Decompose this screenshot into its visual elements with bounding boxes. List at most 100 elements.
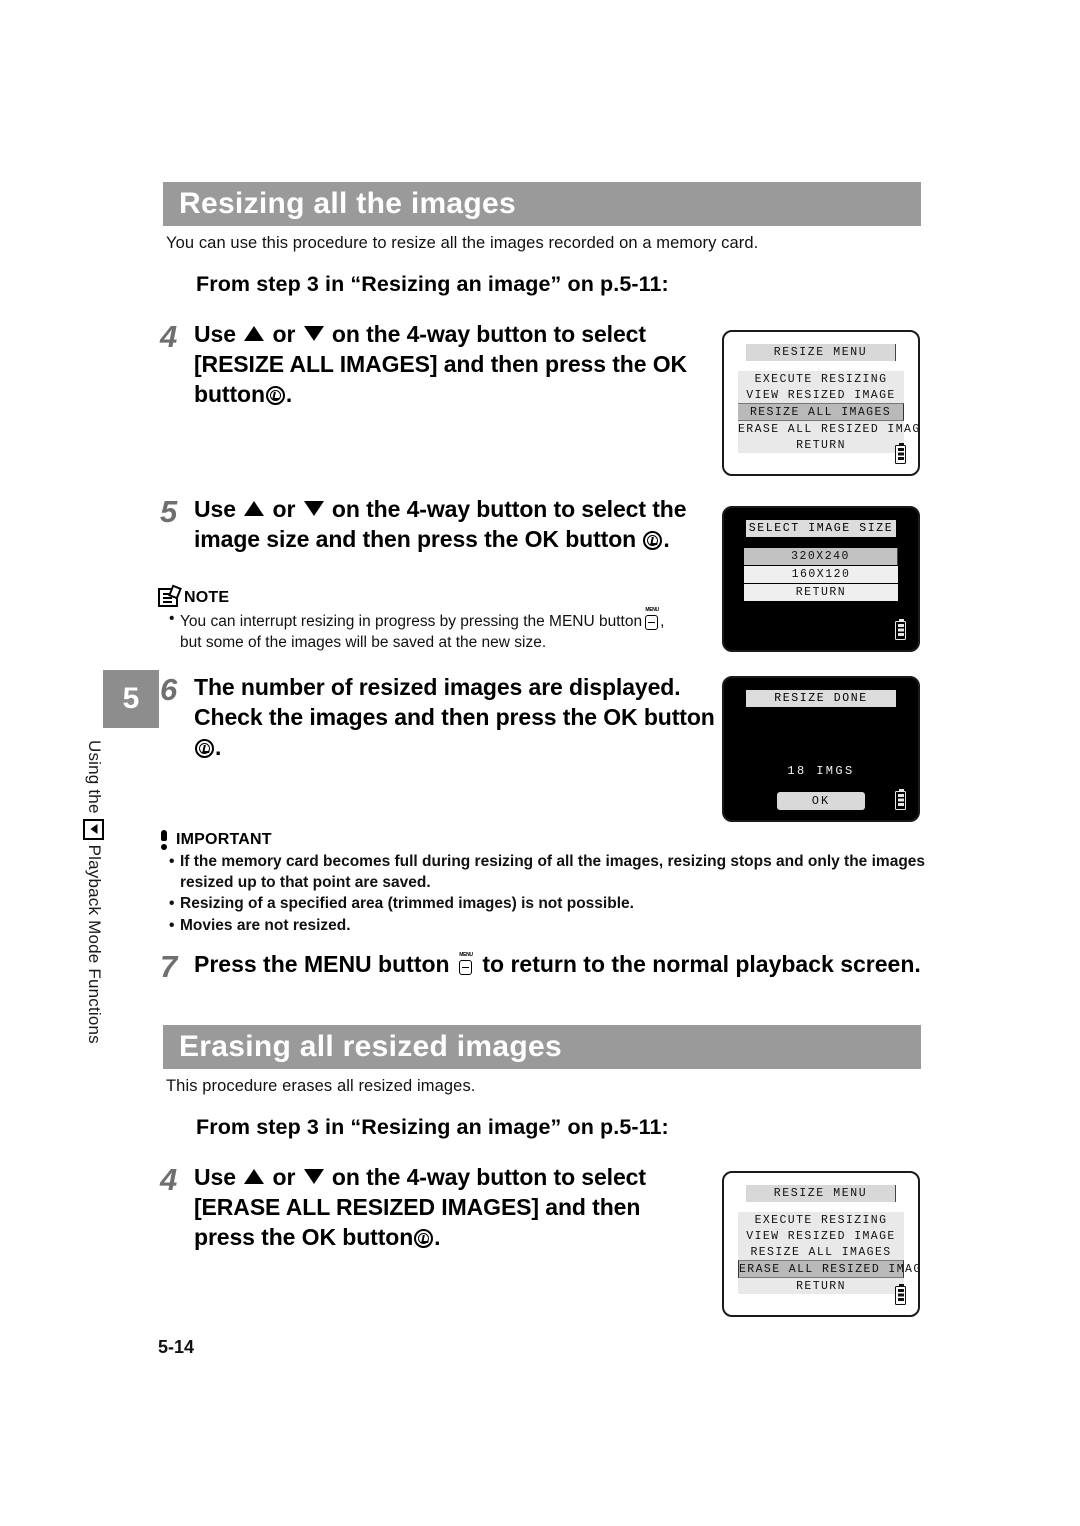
important-bullet-3: • Movies are not resized. xyxy=(169,916,933,937)
down-arrow-icon xyxy=(303,501,324,516)
note-icon xyxy=(158,588,178,607)
important-header: IMPORTANT xyxy=(158,830,933,850)
section2-step-4-line3-b: . xyxy=(434,1223,441,1250)
chapter-tab-number: 5 xyxy=(103,670,159,728)
lcd2-item-320x240[interactable]: 320X240 xyxy=(744,548,898,565)
step-4-line1-a: Use xyxy=(194,321,236,347)
step-5-number: 5 xyxy=(160,494,178,529)
exclamation-icon xyxy=(158,830,170,850)
lcd2-title: SELECT IMAGE SIZE xyxy=(746,520,896,537)
lcd1-menu-list: EXECUTE RESIZING VIEW RESIZED IMAGE RESI… xyxy=(738,371,918,453)
step-7-line1-a: Press the MENU button xyxy=(194,951,450,977)
up-arrow-icon xyxy=(244,501,265,516)
lcd4-item-return[interactable]: RETURN xyxy=(738,1278,904,1294)
important-bullets: • If the memory card becomes full during… xyxy=(158,852,933,936)
section2-step-4-block: 4 Use or on the 4-way button to select [… xyxy=(160,1163,705,1253)
step-5-line1-a: Use xyxy=(194,496,236,522)
battery-icon xyxy=(895,1283,906,1305)
page-number: 5-14 xyxy=(158,1337,195,1357)
chapter-tab-label: Using the Playback Mode Functions xyxy=(74,740,114,1060)
step-6-block: 6 The number of resized images are displ… xyxy=(160,673,720,763)
note-bullet-1-b: , xyxy=(660,613,665,630)
lcd3-title: RESIZE DONE xyxy=(746,690,896,707)
lcd2-size-list: 320X240 160X120 RETURN xyxy=(744,548,898,601)
lcd-screen-resize-menu-2: RESIZE MENU EXECUTE RESIZING VIEW RESIZE… xyxy=(722,1171,920,1317)
note-callout: NOTE • You can interrupt resizing in pro… xyxy=(158,588,718,654)
step-5-block: 5 Use or on the 4-way button to select t… xyxy=(160,495,720,555)
section2-step-4-number: 4 xyxy=(160,1162,178,1197)
ok-button-icon xyxy=(195,738,214,758)
bullet-dot-icon: • xyxy=(169,610,175,627)
lcd-screen-resize-menu-1: RESIZE MENU EXECUTE RESIZING VIEW RESIZE… xyxy=(722,330,920,476)
step-7-block: 7 Press the MENU button MENU to return t… xyxy=(160,949,950,984)
section1-intro: You can use this procedure to resize all… xyxy=(166,234,759,252)
note-bullets: • You can interrupt resizing in progress… xyxy=(158,608,718,653)
lcd4-item-erase-all-resized-images[interactable]: ERASE ALL RESIZED IMAGES xyxy=(738,1260,918,1278)
step-6-line3-b: . xyxy=(215,733,222,760)
up-arrow-icon xyxy=(244,326,265,341)
step-7-line1-b: to return to the normal playback xyxy=(482,951,834,977)
step-5-line1-b: or xyxy=(272,496,296,522)
lcd1-item-erase-all-resized-images[interactable]: ERASE ALL RESIZED IMAGES xyxy=(738,421,918,437)
lcd3-ok-button[interactable]: OK xyxy=(777,792,865,810)
important-callout: IMPORTANT • If the memory card becomes f… xyxy=(158,830,933,937)
battery-icon xyxy=(895,788,906,810)
important-title: IMPORTANT xyxy=(176,831,272,848)
step-4-line3-b: . xyxy=(285,380,293,407)
step-4-line2: [RESIZE ALL IMAGES] and then press the xyxy=(194,350,647,377)
section2-step-4-line1-b: or xyxy=(272,1164,296,1190)
lcd1-item-resize-all-images[interactable]: RESIZE ALL IMAGES xyxy=(738,403,904,421)
lcd-screen-resize-done: RESIZE DONE 18 IMGS OK xyxy=(722,676,920,822)
lcd2-item-160x120[interactable]: 160X120 xyxy=(744,566,898,583)
lcd2-item-return[interactable]: RETURN xyxy=(744,584,898,601)
section2-step-4-text: Use or on the 4-way button to select [ER… xyxy=(194,1163,705,1253)
important-bullet-3-text: Movies are not resized. xyxy=(180,916,351,934)
bullet-dot-icon: • xyxy=(169,895,175,913)
ok-button-icon xyxy=(265,385,285,405)
important-bullet-1: • If the memory card becomes full during… xyxy=(169,852,933,893)
step-4-line1-c: on the 4-way button to select xyxy=(331,321,646,347)
important-bullet-2: • Resizing of a specified area (trimmed … xyxy=(169,894,933,915)
section-heading-erasing-all: Erasing all resized images xyxy=(163,1025,921,1069)
step-6-number: 6 xyxy=(160,672,178,707)
note-bullet-1-line2: but some of the images will be saved at … xyxy=(180,633,547,651)
bullet-dot-icon: • xyxy=(169,916,175,934)
battery-icon xyxy=(895,618,906,640)
lcd4-title: RESIZE MENU xyxy=(746,1185,896,1202)
lcd1-title: RESIZE MENU xyxy=(746,344,896,361)
step-4-text: Use or on the 4-way button to select [RE… xyxy=(194,320,705,410)
section2-step-4-line3-a: press the OK button xyxy=(194,1223,414,1250)
lcd4-item-resize-all-images[interactable]: RESIZE ALL IMAGES xyxy=(738,1244,904,1260)
section2-intro: This procedure erases all resized images… xyxy=(166,1077,476,1095)
lcd1-item-execute-resizing[interactable]: EXECUTE RESIZING xyxy=(738,371,904,387)
lcd4-item-execute-resizing[interactable]: EXECUTE RESIZING xyxy=(738,1212,904,1228)
step-7-text: Press the MENU button MENU to return to … xyxy=(194,950,921,980)
step-7-number: 7 xyxy=(160,949,178,984)
ok-button-icon xyxy=(643,530,663,550)
down-arrow-icon xyxy=(303,1169,324,1184)
section1-from-step: From step 3 in “Resizing an image” on p.… xyxy=(196,272,669,296)
section2-from-step: From step 3 in “Resizing an image” on p.… xyxy=(196,1115,669,1139)
lcd3-image-count: 18 IMGS xyxy=(787,764,855,778)
battery-icon xyxy=(895,442,906,464)
step-4-block: 4 Use or on the 4-way button to select [… xyxy=(160,320,705,410)
manual-page: 5 Using the Playback Mode Functions Resi… xyxy=(0,0,1080,1526)
section2-step-4-line1-c: on the 4-way button to select xyxy=(331,1164,646,1190)
lcd-screen-select-image-size: SELECT IMAGE SIZE 320X240 160X120 RETURN xyxy=(722,506,920,652)
step-7-line2: screen. xyxy=(840,951,921,977)
important-bullet-2-text: Resizing of a specified area (trimmed im… xyxy=(180,895,634,913)
lcd4-menu-list: EXECUTE RESIZING VIEW RESIZED IMAGE RESI… xyxy=(738,1212,918,1294)
step-6-text: The number of resized images are display… xyxy=(194,673,720,763)
note-title: NOTE xyxy=(184,588,230,606)
lcd1-item-return[interactable]: RETURN xyxy=(738,437,904,453)
lcd1-item-view-resized-image[interactable]: VIEW RESIZED IMAGE xyxy=(738,387,904,403)
lcd4-item-view-resized-image[interactable]: VIEW RESIZED IMAGE xyxy=(738,1228,904,1244)
section2-step-4-line1-a: Use xyxy=(194,1164,236,1190)
note-bullet-1-a: You can interrupt resizing in progress b… xyxy=(180,613,643,630)
chapter-tab-label-before: Using the xyxy=(85,740,104,814)
important-bullet-1-text: If the memory card becomes full during r… xyxy=(180,853,926,891)
step-5-line3-b: . xyxy=(663,525,670,552)
up-arrow-icon xyxy=(244,1169,265,1184)
menu-button-icon: MENU xyxy=(644,608,659,630)
step-6-line1: The number of resized images are display… xyxy=(194,674,681,700)
